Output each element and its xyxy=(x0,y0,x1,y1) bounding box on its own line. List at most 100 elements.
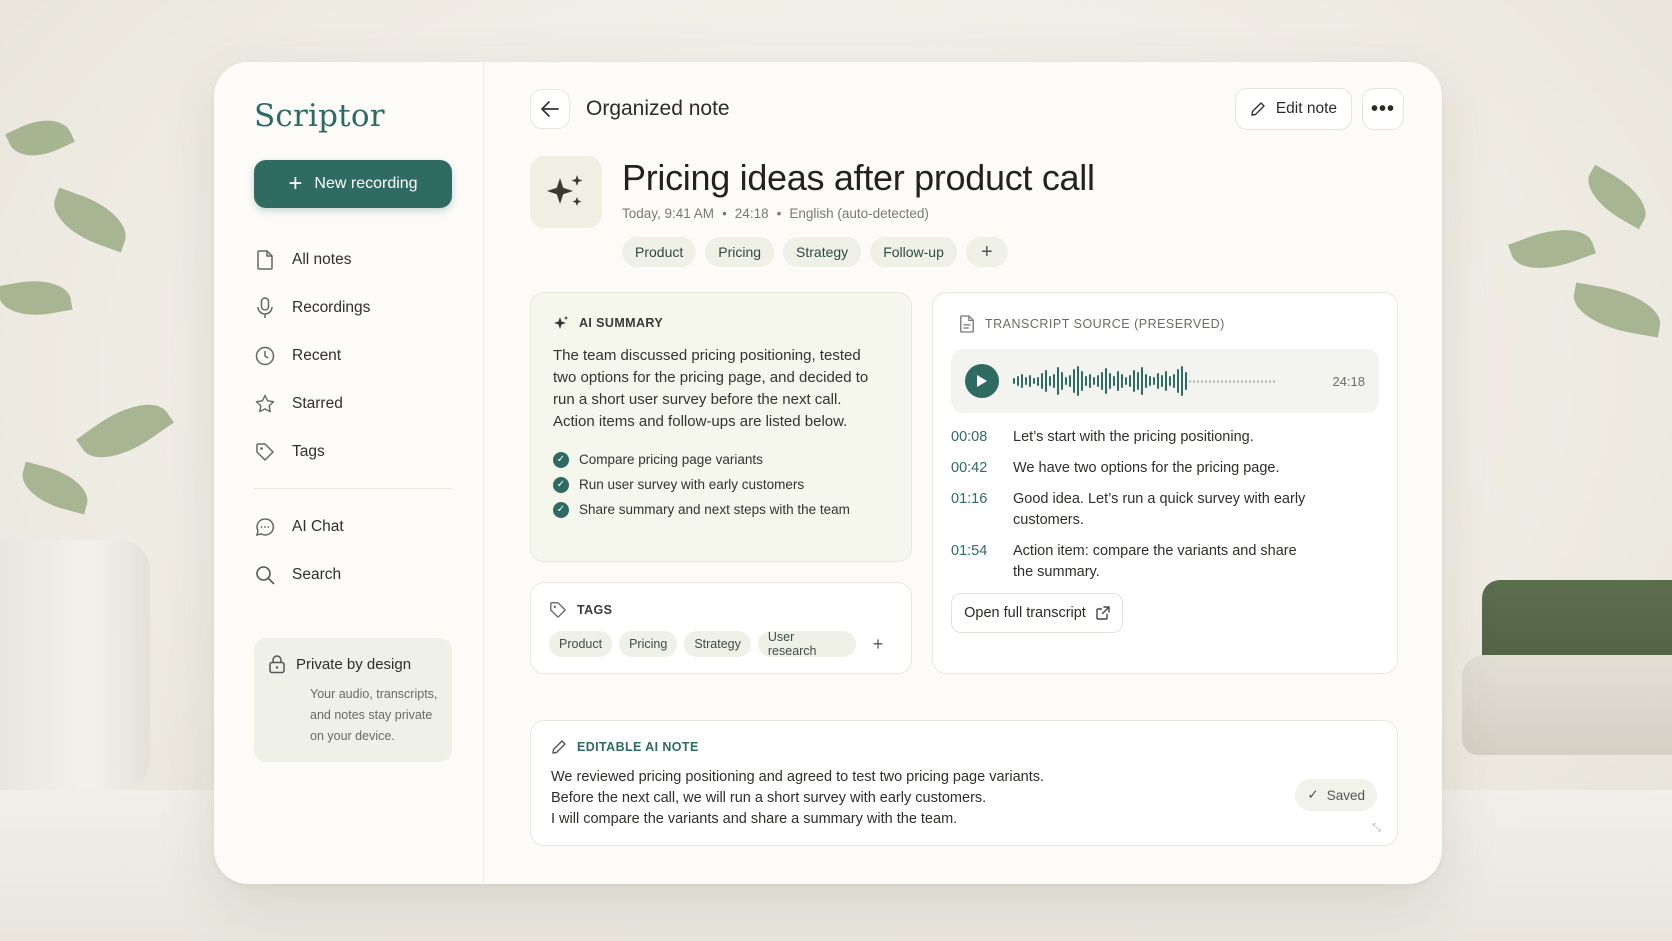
sparkle-icon xyxy=(554,316,568,329)
waveform-bar xyxy=(1089,374,1091,388)
sidebar-item-label: Starred xyxy=(292,395,343,412)
clock-icon xyxy=(254,345,276,367)
tag-product[interactable]: Product xyxy=(549,631,613,657)
timestamp-link[interactable]: 00:42 xyxy=(951,458,1013,479)
tag-strategy[interactable]: Strategy xyxy=(684,631,751,657)
plant-leaves-right xyxy=(1452,164,1672,390)
ellipsis-icon: ••• xyxy=(1370,97,1395,120)
waveform-bar xyxy=(1217,379,1219,383)
note-header: Pricing ideas after product call Today, … xyxy=(530,156,1404,267)
waveform-bar xyxy=(1061,372,1063,390)
back-button[interactable] xyxy=(530,89,570,129)
waveform-bar xyxy=(1169,376,1171,386)
editable-note-card[interactable]: EDITABLE AI NOTE We reviewed pricing pos… xyxy=(530,720,1398,846)
app-window: Scriptor + New recording All notes Recor… xyxy=(214,62,1442,884)
timestamp-link[interactable]: 01:54 xyxy=(951,541,1013,583)
waveform-bar xyxy=(1225,379,1227,383)
waveform-bar xyxy=(1209,379,1211,383)
ai-summary-title: AI SUMMARY xyxy=(579,316,664,330)
action-item: ✓ Run user survey with early customers xyxy=(553,472,889,497)
editable-note-text[interactable]: We reviewed pricing positioning and agre… xyxy=(551,767,1191,830)
plant-pot-decoration xyxy=(0,540,150,790)
waveform-bar xyxy=(1141,367,1143,395)
new-recording-button[interactable]: + New recording xyxy=(254,160,452,208)
waveform-bar xyxy=(1181,366,1183,396)
add-tag-button[interactable]: + xyxy=(863,631,893,657)
waveform-bar xyxy=(1069,375,1071,387)
plus-icon: + xyxy=(872,633,884,654)
transcript-card: TRANSCRIPT SOURCE (PRESERVED) 24:18 00:0… xyxy=(932,292,1398,674)
sidebar-item-recordings[interactable]: Recordings xyxy=(254,284,451,332)
waveform-bar xyxy=(1049,376,1051,386)
waveform-bar xyxy=(1021,374,1023,388)
tag-user-research[interactable]: User research xyxy=(757,630,857,658)
action-item: ✓ Compare pricing page variants xyxy=(553,447,889,472)
open-full-transcript-button[interactable]: Open full transcript xyxy=(951,593,1123,633)
plus-icon: + xyxy=(288,170,303,197)
waveform-scrubber[interactable] xyxy=(1013,363,1275,399)
waveform-bar xyxy=(1093,377,1095,385)
waveform-bar xyxy=(1185,372,1187,390)
new-recording-label: New recording xyxy=(314,175,418,192)
waveform-bar xyxy=(1105,368,1107,394)
waveform-bar xyxy=(1017,376,1019,386)
sidebar-item-search[interactable]: Search xyxy=(254,551,451,599)
edit-note-label: Edit note xyxy=(1275,100,1337,117)
privacy-title: Private by design xyxy=(268,654,438,674)
waveform-bar xyxy=(1097,375,1099,387)
waveform-bar xyxy=(1053,374,1055,388)
waveform-bar xyxy=(1137,372,1139,390)
chip-product[interactable]: Product xyxy=(622,237,697,267)
waveform-bar xyxy=(1269,379,1271,383)
chip-strategy[interactable]: Strategy xyxy=(783,237,862,267)
chip-pricing[interactable]: Pricing xyxy=(705,237,775,267)
waveform-bar xyxy=(1013,378,1015,384)
note-meta: Today, 9:41 AM • 24:18 • English (auto-d… xyxy=(622,206,1095,221)
saved-badge: ✓ Saved xyxy=(1295,779,1377,811)
edit-note-button[interactable]: Edit note xyxy=(1234,88,1352,130)
sidebar-item-tags[interactable]: Tags xyxy=(254,428,451,476)
waveform-bar xyxy=(1109,373,1111,389)
tags-card: TAGS Product Pricing Strategy User resea… xyxy=(530,582,912,674)
waveform-bar xyxy=(1113,376,1115,386)
waveform-bar xyxy=(1057,367,1059,395)
resize-handle-icon[interactable]: ⤡ xyxy=(1372,822,1381,835)
check-circle-icon: ✓ xyxy=(553,476,569,493)
check-circle-icon: ✓ xyxy=(553,451,569,468)
waveform-bar xyxy=(1197,379,1199,383)
waveform-bar xyxy=(1205,379,1207,383)
note-language: English (auto-detected) xyxy=(789,206,929,221)
waveform-bar xyxy=(1037,376,1039,386)
transcript-line: 00:42 We have two options for the pricin… xyxy=(951,458,1379,479)
action-item: ✓ Share summary and next steps with the … xyxy=(553,497,889,522)
editable-note-title: EDITABLE AI NOTE xyxy=(577,740,699,754)
tag-pricing[interactable]: Pricing xyxy=(619,631,678,657)
chip-follow-up[interactable]: Follow-up xyxy=(870,237,957,267)
sidebar-divider xyxy=(254,488,452,489)
sidebar-item-label: Tags xyxy=(292,443,325,460)
sidebar-item-all-notes[interactable]: All notes xyxy=(254,236,451,284)
check-circle-icon: ✓ xyxy=(553,501,569,518)
waveform-bar xyxy=(1145,374,1147,388)
play-button[interactable] xyxy=(965,364,999,398)
note-duration: 24:18 xyxy=(734,206,769,221)
waveform-bar xyxy=(1077,366,1079,396)
add-chip-button[interactable]: + xyxy=(965,237,1008,267)
sidebar-item-starred[interactable]: Starred xyxy=(254,380,451,428)
action-item-label: Share summary and next steps with the te… xyxy=(579,502,850,517)
search-icon xyxy=(254,564,276,586)
privacy-card: Private by design Your audio, transcript… xyxy=(254,638,452,762)
more-options-button[interactable]: ••• xyxy=(1362,88,1404,130)
note-cards: AI SUMMARY The team discussed pricing po… xyxy=(530,292,1404,692)
timestamp-link[interactable]: 01:16 xyxy=(951,489,1013,531)
timestamp-link[interactable]: 00:08 xyxy=(951,427,1013,448)
tags-title: TAGS xyxy=(577,603,613,617)
editable-note-line: Before the next call, we will run a shor… xyxy=(551,790,987,806)
waveform-bar xyxy=(1257,379,1259,383)
waveform-bar xyxy=(1073,369,1075,393)
waveform-bar xyxy=(1265,379,1267,383)
sidebar-item-ai-chat[interactable]: AI Chat xyxy=(254,503,451,551)
tag-icon xyxy=(254,441,276,463)
audio-player: 24:18 xyxy=(951,349,1379,413)
sidebar-item-recent[interactable]: Recent xyxy=(254,332,451,380)
